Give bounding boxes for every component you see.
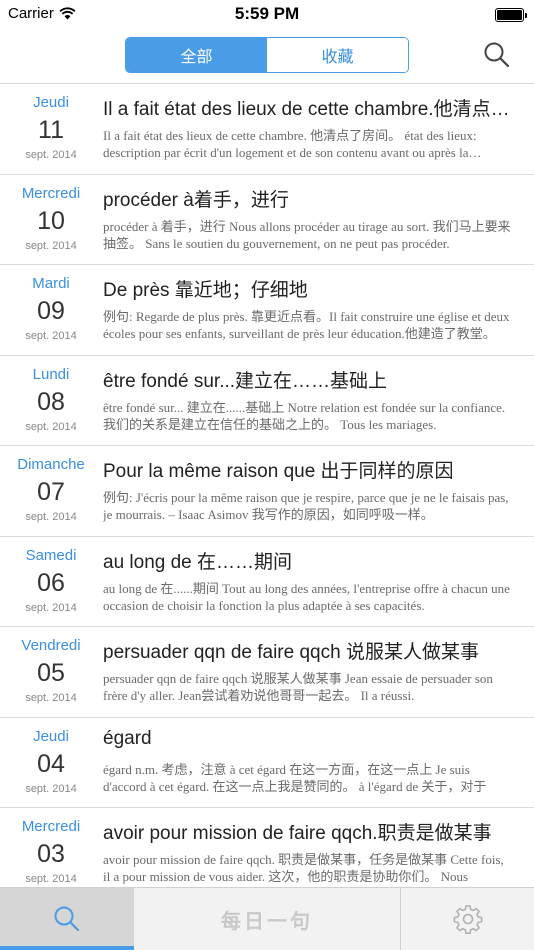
tab-settings[interactable] <box>400 888 534 950</box>
list-item[interactable]: Dimanche 07 sept. 2014 Pour la même rais… <box>0 446 534 537</box>
date-column: Vendredi 05 sept. 2014 <box>0 627 102 717</box>
day-number: 11 <box>38 116 64 144</box>
day-number: 06 <box>37 568 65 597</box>
search-icon <box>484 42 510 68</box>
entry-snippet: avoir pour mission de faire qqch. 职责是做某事… <box>103 852 504 884</box>
entry-snippet: au long de 在......期间 Tout au long des an… <box>103 580 510 613</box>
battery-icon <box>495 8 527 22</box>
list-item[interactable]: Lundi 08 sept. 2014 être fondé sur...建立在… <box>0 356 534 446</box>
entry-snippet: Il a fait état des lieux de cette chambr… <box>103 128 477 163</box>
month-year: sept. 2014 <box>25 692 77 704</box>
entry-title: persuader qqn de faire qqch 说服某人做某事 <box>103 642 479 663</box>
date-column: Jeudi 04 sept. 2014 <box>0 718 102 808</box>
month-year: sept. 2014 <box>25 149 77 161</box>
month-year: sept. 2014 <box>25 511 77 523</box>
sentence-list: Jeudi 11 sept. 2014 Il a fait état des l… <box>0 84 534 887</box>
search-button[interactable] <box>482 40 512 70</box>
date-column: Mercredi 03 sept. 2014 <box>0 808 102 887</box>
day-number: 07 <box>37 478 65 506</box>
status-bar: Carrier 5:59 PM <box>0 0 534 30</box>
entry-snippet: procéder à 着手，进行 Nous allons procéder au… <box>103 218 511 251</box>
entry-title: Il a fait état des lieux de cette chambr… <box>103 99 517 120</box>
day-number: 08 <box>37 387 65 416</box>
weekday-label: Vendredi <box>21 637 81 654</box>
weekday-label: Samedi <box>25 546 77 564</box>
day-number: 09 <box>37 297 65 325</box>
month-year: sept. 2014 <box>25 601 77 614</box>
month-year: sept. 2014 <box>25 782 77 795</box>
list-item[interactable]: Jeudi 04 sept. 2014 égard égard n.m. 考虑，… <box>0 718 534 808</box>
list-item[interactable]: Mercredi 10 sept. 2014 procéder à着手，进行 p… <box>0 175 534 265</box>
entry-title: au long de 在……期间 <box>103 551 293 573</box>
entry-snippet: 例句: Regarde de plus près. 靠更近点看。Il fait … <box>103 309 510 341</box>
tab-selected-indicator <box>0 946 134 950</box>
gear-icon <box>453 905 482 934</box>
tab-bar: 每日一句 <box>0 887 534 950</box>
segment-favorites[interactable]: 收藏 <box>267 38 408 72</box>
entry-title: De près 靠近地；仔细地 <box>103 280 308 301</box>
entry-snippet: 例句: J'écris pour la même raison que je r… <box>103 490 509 522</box>
list-item[interactable]: Samedi 06 sept. 2014 au long de 在……期间 au… <box>0 537 534 627</box>
month-year: sept. 2014 <box>25 873 77 885</box>
list-item[interactable]: Jeudi 11 sept. 2014 Il a fait état des l… <box>0 84 534 175</box>
entry-title: avoir pour mission de faire qqch.职责是做某事 <box>103 823 492 844</box>
segment-all[interactable]: 全部 <box>126 38 267 72</box>
entry-title: procéder à着手，进行 <box>103 189 289 211</box>
weekday-label: Mercredi <box>21 818 81 835</box>
list-item[interactable]: Mercredi 03 sept. 2014 avoir pour missio… <box>0 808 534 887</box>
segmented-control: 全部 收藏 <box>125 37 409 73</box>
entry-title: Pour la même raison que 出于同样的原因 <box>103 461 454 482</box>
entry-snippet: être fondé sur... 建立在......基础上 Notre rel… <box>103 399 506 432</box>
month-year: sept. 2014 <box>25 330 77 342</box>
date-column: Mercredi 10 sept. 2014 <box>0 175 102 265</box>
date-column: Lundi 08 sept. 2014 <box>0 356 102 446</box>
status-time: 5:59 PM <box>234 4 300 23</box>
date-column: Mardi 09 sept. 2014 <box>0 265 102 355</box>
tab-search[interactable] <box>0 888 134 950</box>
day-number: 04 <box>37 749 65 778</box>
nav-bar: 全部 收藏 <box>0 30 534 84</box>
weekday-label: Dimanche <box>17 456 85 473</box>
search-icon <box>54 906 80 932</box>
date-column: Jeudi 11 sept. 2014 <box>0 84 102 174</box>
month-year: sept. 2014 <box>25 420 77 433</box>
weekday-label: Lundi <box>32 365 70 383</box>
day-number: 10 <box>37 206 65 235</box>
month-year: sept. 2014 <box>25 239 77 252</box>
entry-snippet: égard n.m. 考虑，注意 à cet égard 在这一方面，在这一点上… <box>103 761 487 794</box>
date-column: Dimanche 07 sept. 2014 <box>0 446 102 536</box>
entry-title: égard <box>103 727 152 749</box>
entry-title: être fondé sur...建立在……基础上 <box>103 370 388 392</box>
weekday-label: Mardi <box>32 275 70 292</box>
list-item[interactable]: Mardi 09 sept. 2014 De près 靠近地；仔细地 例句: … <box>0 265 534 356</box>
day-number: 05 <box>37 659 65 687</box>
list-item[interactable]: Vendredi 05 sept. 2014 persuader qqn de … <box>0 627 534 718</box>
date-column: Samedi 06 sept. 2014 <box>0 537 102 627</box>
day-number: 03 <box>37 840 65 868</box>
weekday-label: Jeudi <box>33 727 69 745</box>
tab-daily-sentence[interactable]: 每日一句 <box>134 888 400 950</box>
weekday-label: Mercredi <box>21 184 81 202</box>
entry-snippet: persuader qqn de faire qqch 说服某人做某事 Jean… <box>103 671 493 703</box>
weekday-label: Jeudi <box>33 94 69 111</box>
